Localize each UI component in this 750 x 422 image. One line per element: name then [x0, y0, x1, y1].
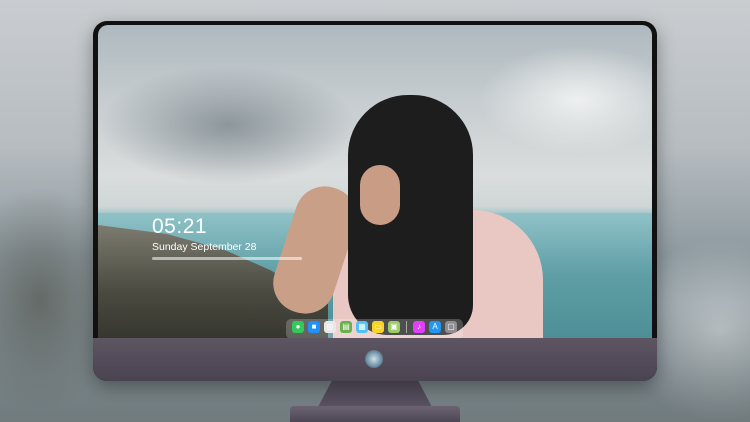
- monitor: 05:21 Sunday September 28 ● ■ ◎ ▤ ▦ ▭ ▣ ♪ A ▢: [93, 21, 657, 381]
- dock-separator: [406, 321, 407, 333]
- app-store-icon[interactable]: A: [429, 321, 441, 333]
- lock-screen-hint-line: [152, 257, 302, 260]
- lock-screen[interactable]: 05:21 Sunday September 28 ● ■ ◎ ▤ ▦ ▭ ▣ ♪ A ▢: [98, 25, 652, 338]
- lock-screen-time: 05:21: [152, 215, 208, 238]
- finder-icon[interactable]: ■: [308, 321, 320, 333]
- brand-logo-icon: [365, 350, 383, 368]
- photos-icon[interactable]: ▦: [356, 321, 368, 333]
- messages-icon[interactable]: ●: [292, 321, 304, 333]
- notes-icon[interactable]: ▭: [372, 321, 384, 333]
- screenshot-icon[interactable]: ▢: [445, 321, 457, 333]
- files-icon[interactable]: ▤: [340, 321, 352, 333]
- cloud: [478, 45, 652, 155]
- dock: ● ■ ◎ ▤ ▦ ▭ ▣ ♪ A ▢: [286, 319, 463, 338]
- monitor-stand-neck: [318, 381, 432, 407]
- monitor-chin: [93, 338, 657, 381]
- cloud: [98, 65, 358, 185]
- safari-icon[interactable]: ◎: [324, 321, 336, 333]
- lock-screen-date: Sunday September 28: [152, 241, 257, 253]
- monitor-stand-base: [290, 406, 460, 422]
- music-icon[interactable]: ♪: [413, 321, 425, 333]
- preview-icon[interactable]: ▣: [388, 321, 400, 333]
- wallpaper-person-face: [360, 165, 400, 225]
